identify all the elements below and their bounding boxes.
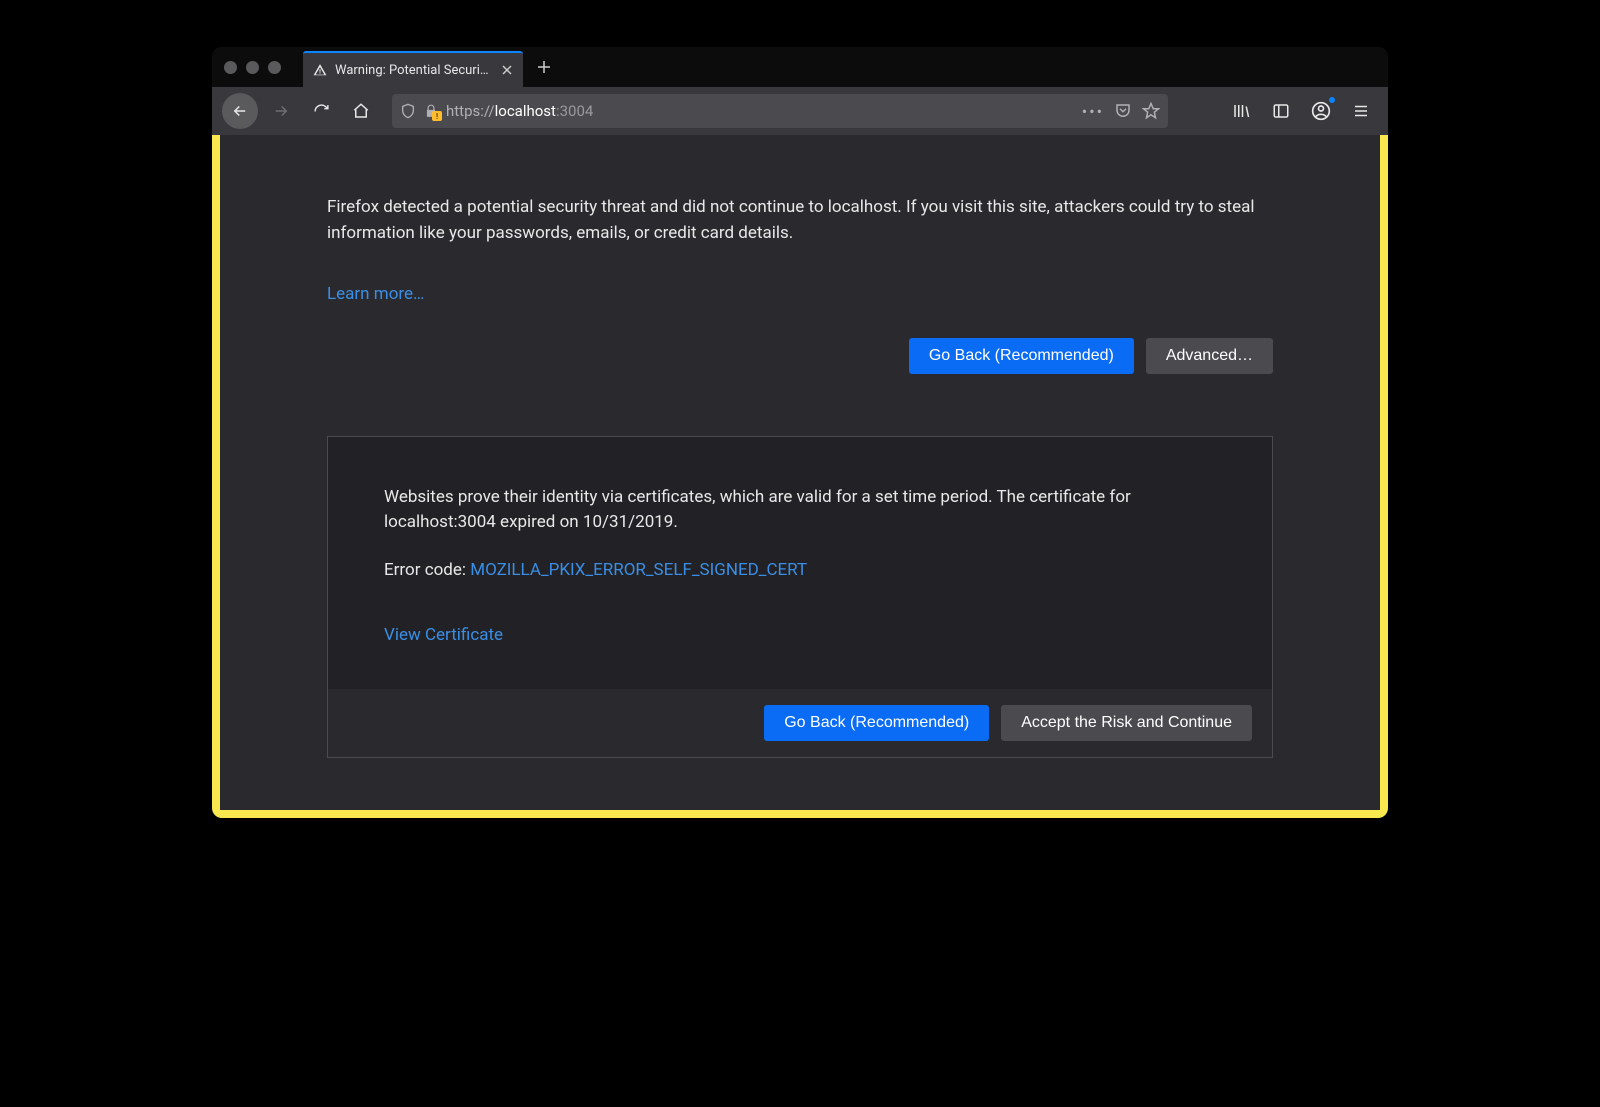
new-tab-button[interactable]: [529, 52, 559, 82]
close-tab-button[interactable]: [499, 62, 515, 78]
learn-more-link[interactable]: Learn more…: [327, 284, 424, 304]
error-code-label: Error code:: [384, 560, 470, 580]
url-host: localhost: [495, 102, 556, 120]
notification-dot-icon: [1328, 96, 1336, 104]
browser-tab[interactable]: Warning: Potential Security Risk: [303, 51, 523, 87]
accept-risk-button[interactable]: Accept the Risk and Continue: [1001, 705, 1252, 741]
sidebar-button[interactable]: [1264, 94, 1298, 128]
tab-bar: Warning: Potential Security Risk: [212, 47, 1388, 87]
back-button[interactable]: [222, 93, 258, 129]
url-bar-actions: •••: [1082, 102, 1160, 121]
page-actions-button[interactable]: •••: [1082, 102, 1104, 121]
bookmark-star-icon[interactable]: [1142, 102, 1160, 120]
content-viewport: Firefox detected a potential security th…: [212, 135, 1388, 818]
warning-icon: [313, 63, 327, 77]
reload-button[interactable]: [304, 94, 338, 128]
certificate-explanation: Websites prove their identity via certif…: [384, 485, 1216, 536]
maximize-window-button[interactable]: [268, 61, 281, 74]
account-button[interactable]: [1304, 94, 1338, 128]
advanced-panel: Websites prove their identity via certif…: [327, 436, 1273, 758]
navigation-toolbar: ! https://localhost:3004 •••: [212, 87, 1388, 135]
view-certificate-link[interactable]: View Certificate: [384, 623, 503, 649]
close-window-button[interactable]: [224, 61, 237, 74]
address-bar[interactable]: ! https://localhost:3004 •••: [392, 94, 1168, 128]
panel-go-back-button[interactable]: Go Back (Recommended): [764, 705, 989, 741]
minimize-window-button[interactable]: [246, 61, 259, 74]
advanced-panel-footer: Go Back (Recommended) Accept the Risk an…: [328, 689, 1272, 757]
security-warning-page: Firefox detected a potential security th…: [220, 135, 1380, 810]
app-menu-button[interactable]: [1344, 94, 1378, 128]
error-code-line: Error code: MOZILLA_PKIX_ERROR_SELF_SIGN…: [384, 558, 1216, 584]
connection-insecure-icon[interactable]: !: [424, 103, 438, 119]
window-controls: [224, 61, 281, 74]
url-port: :3004: [556, 102, 593, 120]
browser-window: Warning: Potential Security Risk: [212, 47, 1388, 818]
forward-button: [264, 94, 298, 128]
pocket-icon[interactable]: [1114, 102, 1132, 120]
url-text: https://localhost:3004: [446, 102, 1074, 120]
advanced-button[interactable]: Advanced…: [1146, 338, 1273, 374]
home-button[interactable]: [344, 94, 378, 128]
tab-title: Warning: Potential Security Risk: [335, 63, 491, 78]
advanced-panel-body: Websites prove their identity via certif…: [328, 437, 1272, 689]
warning-body-text: Firefox detected a potential security th…: [327, 195, 1273, 246]
primary-button-row: Go Back (Recommended) Advanced…: [327, 338, 1273, 374]
error-code-link[interactable]: MOZILLA_PKIX_ERROR_SELF_SIGNED_CERT: [470, 560, 807, 580]
warning-badge-icon: !: [432, 111, 442, 121]
go-back-button[interactable]: Go Back (Recommended): [909, 338, 1134, 374]
library-button[interactable]: [1224, 94, 1258, 128]
tracking-protection-icon[interactable]: [400, 102, 416, 120]
url-scheme: https://: [446, 102, 495, 120]
